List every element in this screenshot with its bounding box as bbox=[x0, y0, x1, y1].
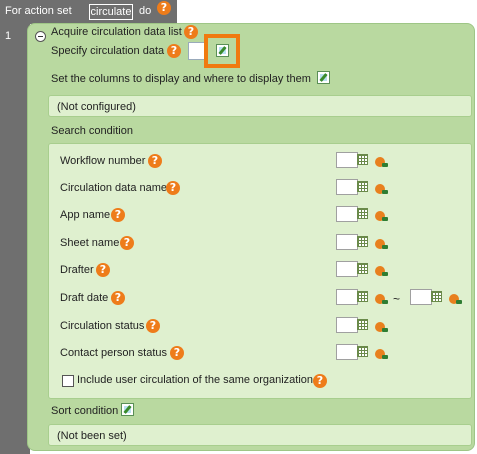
variable-icon[interactable] bbox=[375, 322, 388, 332]
condition-label: Circulation status bbox=[60, 320, 145, 332]
help-icon[interactable]: ? bbox=[111, 291, 125, 305]
grid-select-icon[interactable] bbox=[357, 208, 368, 219]
help-icon[interactable]: ? bbox=[148, 154, 162, 168]
help-icon[interactable]: ? bbox=[166, 181, 180, 195]
condition-input[interactable] bbox=[336, 206, 358, 222]
highlight-frame bbox=[204, 34, 240, 68]
variable-icon[interactable] bbox=[375, 239, 388, 249]
help-icon[interactable]: ? bbox=[167, 44, 181, 58]
columns-value: (Not configured) bbox=[57, 101, 136, 113]
variable-icon[interactable] bbox=[375, 157, 388, 167]
search-title: Search condition bbox=[51, 125, 133, 137]
date-from-input[interactable] bbox=[336, 289, 358, 305]
specify-label: Specify circulation data bbox=[51, 45, 165, 57]
help-icon[interactable]: ? bbox=[96, 263, 110, 277]
header-prefix: For action set bbox=[5, 5, 72, 17]
condition-input[interactable] bbox=[336, 179, 358, 195]
help-icon[interactable]: ? bbox=[170, 346, 184, 360]
condition-label: Draft date bbox=[60, 292, 109, 304]
help-icon[interactable]: ? bbox=[184, 25, 198, 39]
condition-label: Drafter bbox=[60, 264, 94, 276]
help-icon[interactable]: ? bbox=[157, 1, 171, 15]
variable-icon[interactable] bbox=[375, 294, 388, 304]
header-suffix: do bbox=[139, 5, 152, 17]
date-range-separator: ~ bbox=[393, 292, 401, 306]
grid-select-icon[interactable] bbox=[357, 236, 368, 247]
condition-input[interactable] bbox=[336, 234, 358, 250]
help-icon[interactable]: ? bbox=[146, 319, 160, 333]
columns-label: Set the columns to display and where to … bbox=[51, 73, 311, 85]
grid-select-icon[interactable] bbox=[357, 263, 368, 274]
columns-value-box[interactable]: (Not configured) bbox=[48, 95, 472, 117]
grid-select-icon[interactable] bbox=[357, 319, 368, 330]
action-set-header: For action set circulate do ? bbox=[0, 0, 177, 24]
variable-icon[interactable] bbox=[375, 266, 388, 276]
sort-value: (Not been set) bbox=[57, 430, 127, 442]
condition-label: App name bbox=[60, 209, 111, 221]
include-org-checkbox[interactable] bbox=[62, 375, 74, 387]
grid-select-icon[interactable] bbox=[357, 346, 368, 357]
help-icon[interactable]: ? bbox=[111, 208, 125, 222]
variable-icon[interactable] bbox=[375, 211, 388, 221]
row-number: 1 bbox=[5, 30, 12, 42]
action-name-box[interactable]: circulate bbox=[89, 4, 133, 20]
grid-select-icon[interactable] bbox=[357, 181, 368, 192]
collapse-icon[interactable] bbox=[35, 31, 46, 42]
condition-label: Sheet name bbox=[60, 237, 120, 249]
calendar-icon[interactable] bbox=[357, 291, 368, 302]
left-gutter bbox=[0, 24, 30, 454]
variable-icon[interactable] bbox=[449, 294, 462, 304]
edit-icon[interactable] bbox=[121, 403, 134, 416]
condition-label: Contact person status bbox=[60, 347, 168, 359]
help-icon[interactable]: ? bbox=[313, 374, 327, 388]
condition-label: Workflow number bbox=[60, 155, 146, 167]
calendar-icon[interactable] bbox=[431, 291, 442, 302]
condition-input[interactable] bbox=[336, 344, 358, 360]
condition-label: Circulation data name bbox=[60, 182, 168, 194]
condition-input[interactable] bbox=[336, 152, 358, 168]
section-title: Acquire circulation data list bbox=[51, 26, 182, 38]
include-label: Include user circulation of the same org… bbox=[77, 374, 314, 386]
condition-input[interactable] bbox=[336, 317, 358, 333]
variable-icon[interactable] bbox=[375, 349, 388, 359]
help-icon[interactable]: ? bbox=[120, 236, 134, 250]
variable-icon[interactable] bbox=[375, 184, 388, 194]
sort-value-box[interactable]: (Not been set) bbox=[48, 424, 472, 446]
grid-select-icon[interactable] bbox=[357, 154, 368, 165]
edit-icon[interactable] bbox=[317, 71, 330, 84]
date-to-input[interactable] bbox=[410, 289, 432, 305]
sort-label: Sort condition bbox=[51, 405, 119, 417]
condition-input[interactable] bbox=[336, 261, 358, 277]
